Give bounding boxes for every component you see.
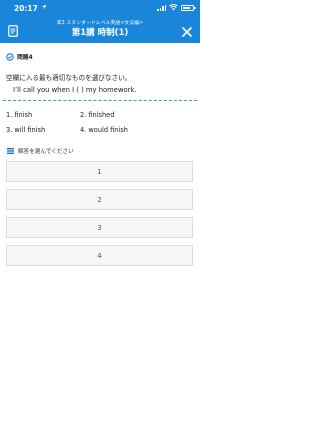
answer-option-3[interactable]: 3 bbox=[6, 217, 193, 238]
answer-option-2[interactable]: 2 bbox=[6, 189, 193, 210]
course-subtitle: 高3 スタンダードレベル英語<文法編> bbox=[56, 21, 144, 26]
answer-option-4[interactable]: 4 bbox=[6, 245, 193, 266]
answer-option-1[interactable]: 1 bbox=[6, 161, 193, 182]
choice-list: 1. finish 2. finished 3. will finish 4. … bbox=[6, 111, 186, 134]
choice-1: 1. finish bbox=[6, 111, 33, 119]
answer-title-row: 解答を選んでください bbox=[7, 147, 74, 155]
answer-instruction: 解答を選んでください bbox=[18, 149, 74, 155]
cellular-signal-icon bbox=[157, 4, 166, 11]
lesson-title: 第1講 時制(1) bbox=[71, 28, 129, 38]
list-icon bbox=[7, 148, 14, 154]
question-label-row: 問題4 bbox=[6, 52, 33, 61]
question-prompt: 空欄に入る最も適切なものを選びなさい。 bbox=[6, 74, 132, 82]
close-icon[interactable] bbox=[181, 26, 193, 38]
question-sentence: I’ll call you when I ( ) my homework. bbox=[13, 86, 137, 94]
status-time: 20:17 bbox=[14, 4, 38, 13]
question-number-icon bbox=[6, 52, 14, 61]
choice-2: 2. finished bbox=[80, 111, 115, 119]
battery-icon bbox=[181, 4, 196, 11]
divider bbox=[3, 100, 197, 101]
wifi-icon bbox=[169, 4, 178, 11]
app-header: 20:17 高3 スタンダードレベル英語<文法編> 第1講 時制(1) bbox=[0, 0, 200, 43]
status-icons bbox=[157, 4, 196, 11]
question-number: 問題4 bbox=[17, 55, 33, 61]
location-arrow-icon bbox=[41, 4, 47, 10]
choice-4: 4. would finish bbox=[80, 126, 128, 134]
choice-3: 3. will finish bbox=[6, 126, 46, 134]
